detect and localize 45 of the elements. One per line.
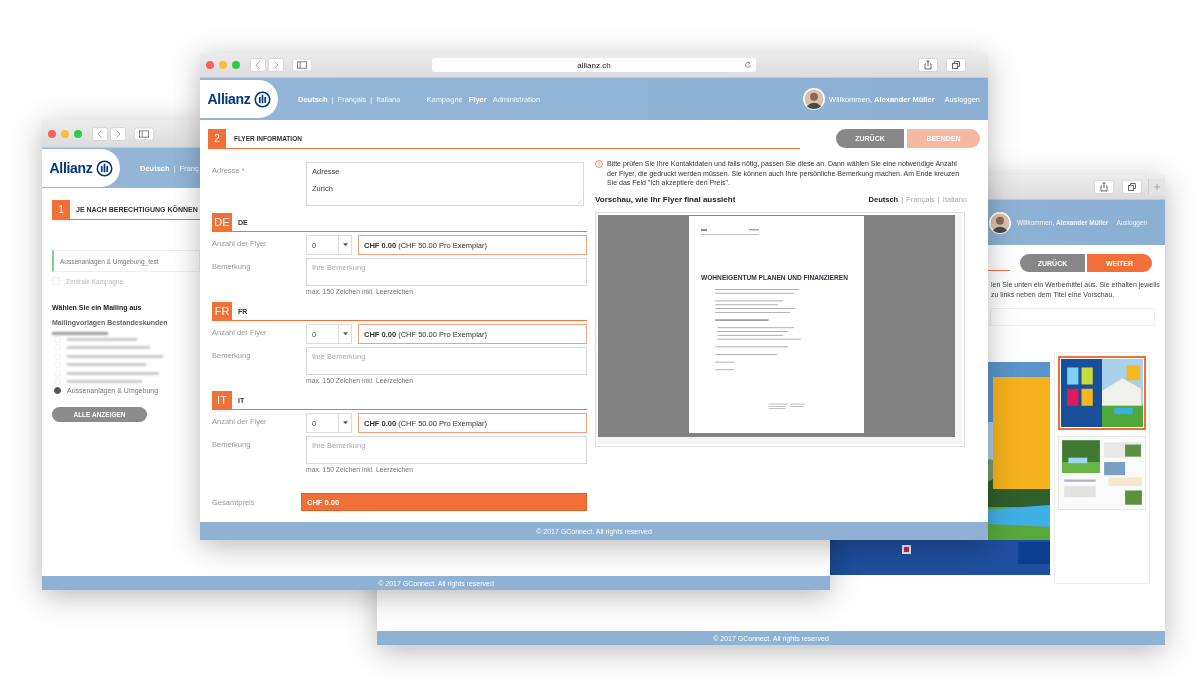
- sidebar-button[interactable]: [292, 58, 312, 72]
- back-button[interactable]: [250, 58, 266, 72]
- blurred-text: [52, 332, 108, 335]
- forward-button[interactable]: [268, 58, 284, 72]
- address-bar[interactable]: allianz.ch: [432, 58, 756, 72]
- new-tab-button[interactable]: [1148, 179, 1165, 195]
- caret-icon[interactable]: [342, 332, 348, 336]
- tabs-button[interactable]: [1122, 180, 1142, 194]
- window-close-button[interactable]: [48, 129, 56, 138]
- user-avatar-icon[interactable]: [989, 211, 1011, 234]
- step-number: 2: [208, 129, 226, 148]
- caret-icon[interactable]: [342, 421, 348, 425]
- tabs-button[interactable]: [946, 58, 966, 72]
- search-field[interactable]: [990, 308, 1155, 326]
- sidebar-button[interactable]: [134, 126, 154, 141]
- document-header-drawing: [701, 227, 761, 238]
- horizontal-scrollbar[interactable]: [598, 436, 962, 444]
- logo-wordmark: Allianz: [207, 91, 251, 107]
- url-text: allianz.ch: [577, 60, 611, 70]
- logo-wordmark: Allianz: [49, 160, 93, 176]
- language-code-badge: DE: [212, 213, 232, 231]
- language-code-badge: FR: [212, 302, 232, 320]
- circle-bars-icon: [95, 159, 113, 177]
- window-minimize-button[interactable]: [61, 129, 69, 138]
- radio-button[interactable]: [54, 386, 61, 394]
- back-button[interactable]: [92, 126, 108, 141]
- window-zoom-button[interactable]: [232, 61, 240, 69]
- language-code-badge: IT: [212, 391, 232, 409]
- window-minimize-button[interactable]: [219, 61, 227, 69]
- window-close-button[interactable]: [206, 61, 214, 69]
- share-button[interactable]: [918, 58, 938, 72]
- vertical-scrollbar[interactable]: [955, 214, 962, 437]
- share-button[interactable]: [1094, 180, 1114, 194]
- user-avatar-icon[interactable]: [803, 88, 826, 110]
- forward-button[interactable]: [110, 126, 126, 141]
- window-zoom-button[interactable]: [74, 129, 82, 138]
- plus-icon[interactable]: [1153, 183, 1161, 191]
- info-icon: [595, 160, 603, 168]
- preview-title: Vorschau, wie Ihr Flyer final aussieht: [595, 194, 736, 204]
- step-number: 1: [52, 200, 70, 219]
- circle-bars-icon: [253, 90, 271, 108]
- resize-grip-icon[interactable]: [577, 199, 582, 204]
- reload-icon[interactable]: [744, 61, 752, 69]
- caret-icon[interactable]: [342, 243, 348, 247]
- blurred-text: [67, 337, 137, 341]
